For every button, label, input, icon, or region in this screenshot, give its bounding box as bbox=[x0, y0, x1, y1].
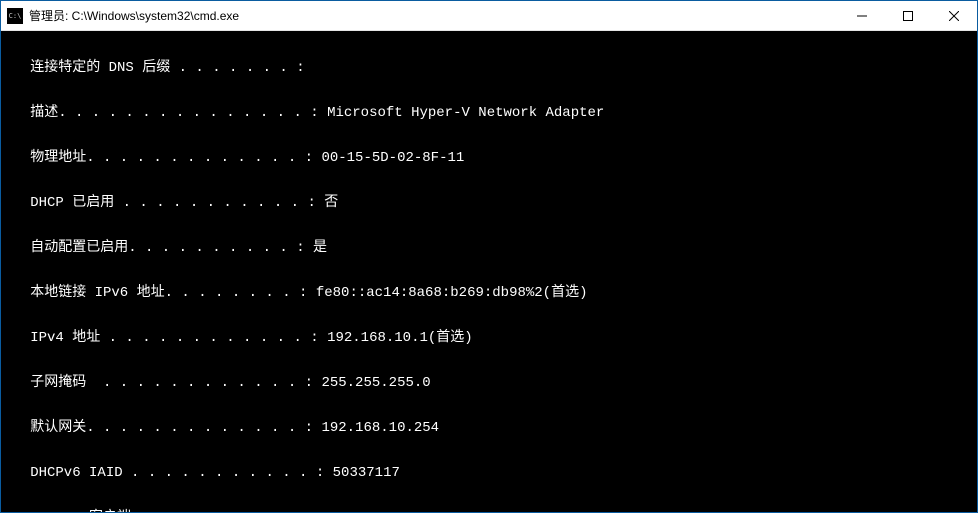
output-line: 描述. . . . . . . . . . . . . . . : Micros… bbox=[5, 106, 973, 121]
window-controls bbox=[839, 1, 977, 30]
titlebar[interactable]: C:\ 管理员: C:\Windows\system32\cmd.exe bbox=[1, 1, 977, 31]
output-line: 自动配置已启用. . . . . . . . . . : 是 bbox=[5, 241, 973, 256]
output-line: DHCPv6 IAID . . . . . . . . . . . : 5033… bbox=[5, 466, 973, 481]
window-title: 管理员: C:\Windows\system32\cmd.exe bbox=[29, 7, 839, 24]
auto-config-value: 是 bbox=[313, 240, 327, 256]
mac-address-value: 00-15-5D-02-8F-11 bbox=[321, 150, 464, 166]
terminal-output[interactable]: 连接特定的 DNS 后缀 . . . . . . . : 描述. . . . .… bbox=[1, 31, 977, 512]
output-line: 默认网关. . . . . . . . . . . . . : 192.168.… bbox=[5, 421, 973, 436]
output-line: 物理地址. . . . . . . . . . . . . : 00-15-5D… bbox=[5, 151, 973, 166]
output-line: 本地链接 IPv6 地址. . . . . . . . : fe80::ac14… bbox=[5, 286, 973, 301]
dhcp-value: 否 bbox=[324, 195, 338, 211]
output-line: 连接特定的 DNS 后缀 . . . . . . . : bbox=[5, 61, 973, 76]
iaid-value: 50337117 bbox=[333, 465, 400, 481]
gateway-value: 192.168.10.254 bbox=[321, 420, 439, 436]
minimize-button[interactable] bbox=[839, 1, 885, 30]
ipv4-value: 192.168.10.1(首选) bbox=[327, 330, 473, 346]
close-button[interactable] bbox=[931, 1, 977, 30]
ipv6-value: fe80::ac14:8a68:b269:db98%2(首选) bbox=[316, 285, 588, 301]
duid-value: 00-01-00-01-22-A6-CA-8A-00-15-5D-02-8F-1… bbox=[324, 510, 668, 512]
output-line: 子网掩码 . . . . . . . . . . . . : 255.255.2… bbox=[5, 376, 973, 391]
output-line: DHCPv6 客户端 DUID . . . . . . . : 00-01-00… bbox=[5, 511, 973, 512]
output-line: IPv4 地址 . . . . . . . . . . . . : 192.16… bbox=[5, 331, 973, 346]
cmd-icon: C:\ bbox=[7, 8, 23, 24]
description-value: Microsoft Hyper-V Network Adapter bbox=[327, 105, 604, 121]
maximize-button[interactable] bbox=[885, 1, 931, 30]
output-line: DHCP 已启用 . . . . . . . . . . . : 否 bbox=[5, 196, 973, 211]
cmd-window: C:\ 管理员: C:\Windows\system32\cmd.exe 连接特… bbox=[0, 0, 978, 513]
subnet-value: 255.255.255.0 bbox=[321, 375, 430, 391]
